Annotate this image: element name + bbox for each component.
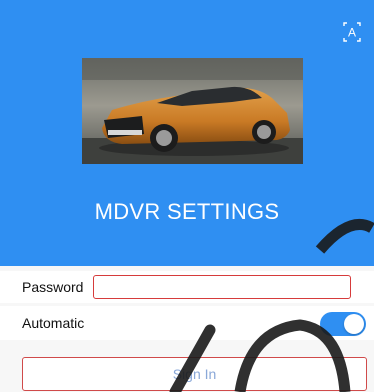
sign-in-button[interactable]: Sign In [22, 357, 367, 391]
password-row: Password [0, 271, 374, 303]
automatic-toggle[interactable] [320, 312, 366, 336]
settings-login-screen: A MDVR SETTINGS Password Automatic Sign … [0, 0, 374, 392]
car-image [82, 58, 303, 164]
password-label: Password [22, 279, 84, 295]
password-field[interactable] [93, 275, 351, 299]
app-title: MDVR SETTINGS [94, 199, 280, 224]
language-a-icon: A [343, 22, 361, 42]
toggle-knob [344, 314, 364, 334]
automatic-row: Automatic [0, 306, 374, 340]
header-panel: A MDVR SETTINGS [0, 0, 374, 266]
automatic-label: Automatic [22, 315, 85, 331]
language-button[interactable]: A [342, 22, 362, 42]
svg-text:A: A [348, 26, 356, 40]
